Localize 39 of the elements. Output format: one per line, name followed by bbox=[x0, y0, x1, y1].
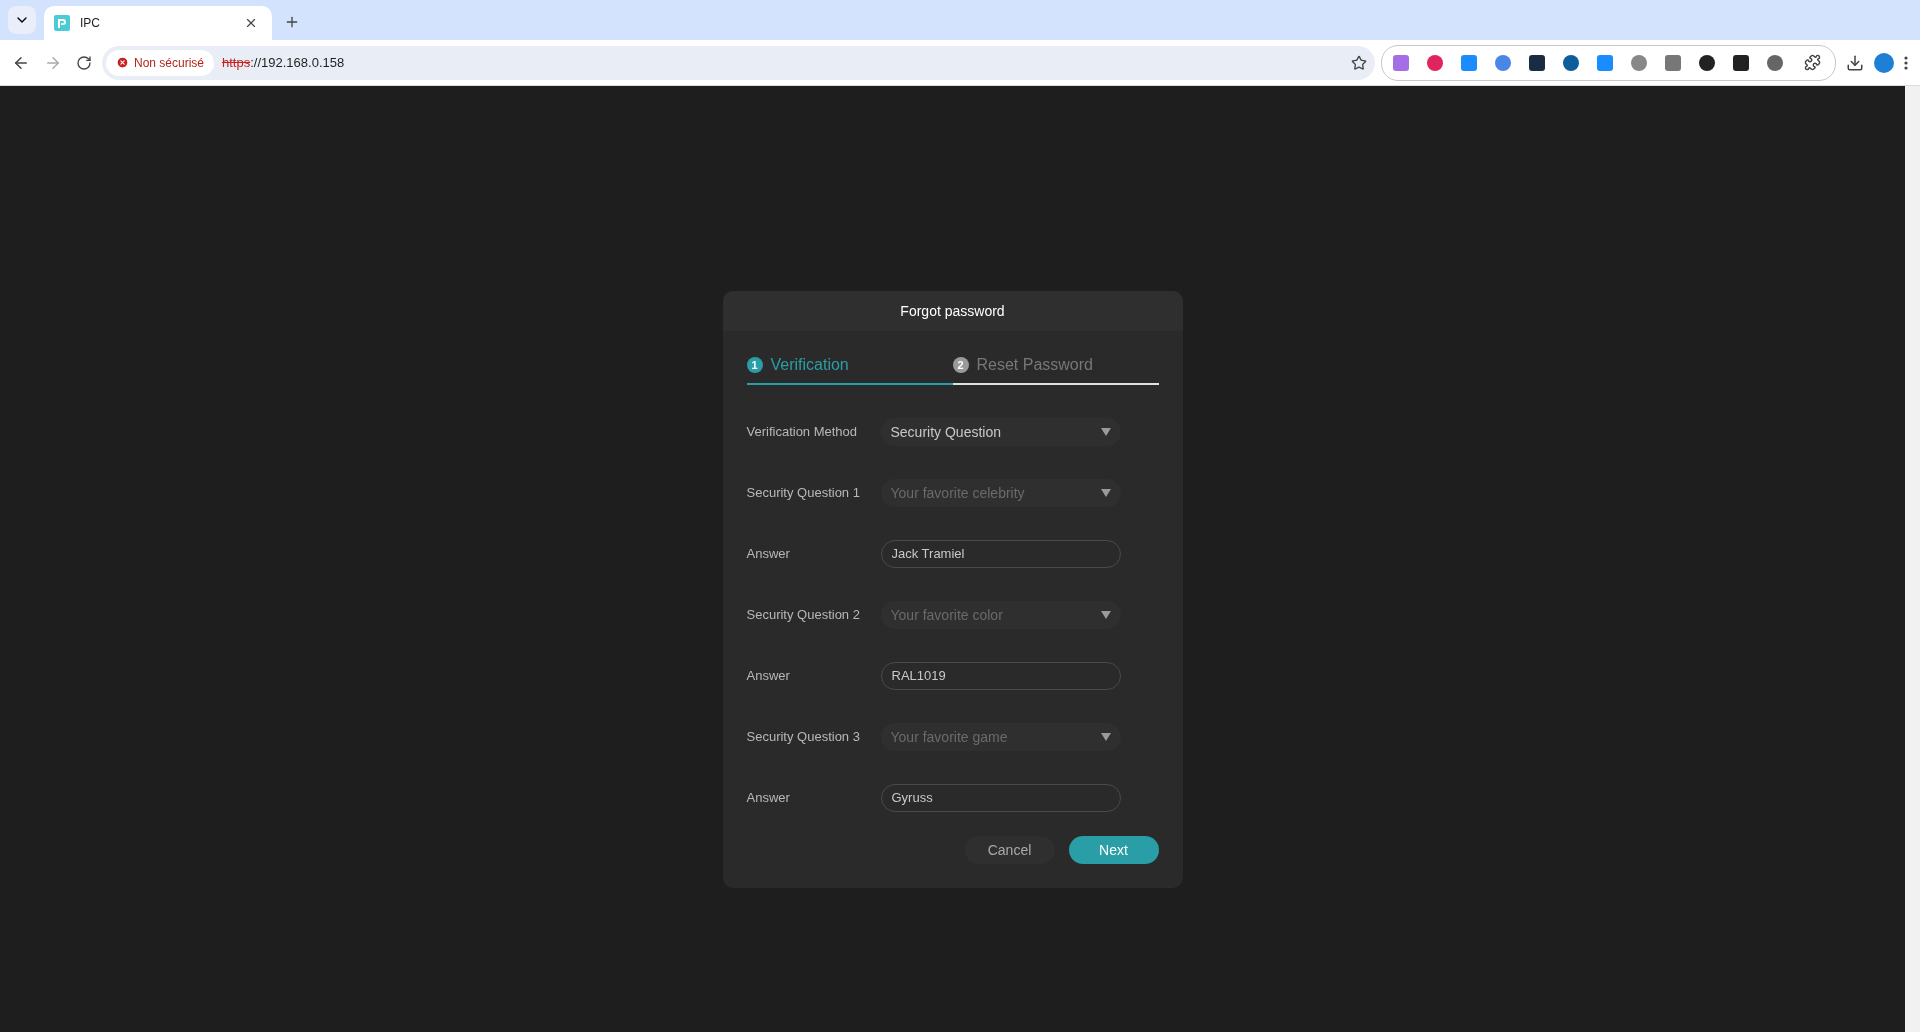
url-text: https://192.168.0.158 bbox=[222, 55, 346, 70]
cancel-button[interactable]: Cancel bbox=[964, 836, 1055, 864]
caret-icon bbox=[1100, 732, 1111, 741]
download-icon bbox=[1846, 53, 1864, 72]
extension-icon[interactable] bbox=[1562, 53, 1580, 72]
answer-field[interactable]: RAL1019 bbox=[880, 661, 1121, 690]
field-label: Answer bbox=[746, 668, 791, 683]
extension-icon[interactable] bbox=[1698, 53, 1716, 72]
field-label: Security Question 1 bbox=[746, 485, 861, 500]
field-label: Answer bbox=[746, 790, 791, 805]
puzzle-icon bbox=[1804, 54, 1821, 71]
star-icon bbox=[1351, 54, 1367, 71]
tab-title: IPC bbox=[80, 16, 101, 30]
reload-icon bbox=[76, 54, 92, 71]
address-bar[interactable]: Non sécurisé https://192.168.0.158 bbox=[102, 45, 1375, 80]
field-label: Answer bbox=[746, 546, 791, 561]
field-label: Verification Method bbox=[746, 424, 859, 439]
close-icon bbox=[244, 16, 258, 30]
tab-list-button[interactable] bbox=[8, 6, 36, 34]
caret-icon bbox=[1100, 610, 1111, 619]
security-chip[interactable]: Non sécurisé bbox=[106, 49, 215, 76]
field-label: Security Question 2 bbox=[746, 607, 861, 622]
caret-icon bbox=[1100, 488, 1111, 497]
dialog-title: Forgot password bbox=[722, 291, 1183, 331]
browser-tab[interactable]: IPC bbox=[44, 6, 272, 40]
answer-field[interactable]: Gyruss bbox=[880, 783, 1121, 812]
warning-circle-icon bbox=[116, 56, 129, 69]
site-logo-icon bbox=[54, 15, 70, 31]
field-label: Security Question 3 bbox=[746, 729, 861, 744]
extension-icon[interactable] bbox=[1528, 53, 1546, 72]
extension-icon[interactable] bbox=[1732, 53, 1750, 72]
plus-icon bbox=[284, 14, 300, 30]
answer-field[interactable]: Jack Tramiel bbox=[880, 539, 1121, 568]
more-icon bbox=[1904, 55, 1908, 70]
step-tab[interactable]: 1 Verification bbox=[746, 351, 953, 385]
select-field[interactable]: Security Question bbox=[880, 417, 1121, 446]
scrollbar[interactable] bbox=[1905, 86, 1920, 1032]
caret-icon bbox=[1100, 427, 1111, 436]
profile-avatar-icon[interactable] bbox=[1874, 52, 1894, 73]
